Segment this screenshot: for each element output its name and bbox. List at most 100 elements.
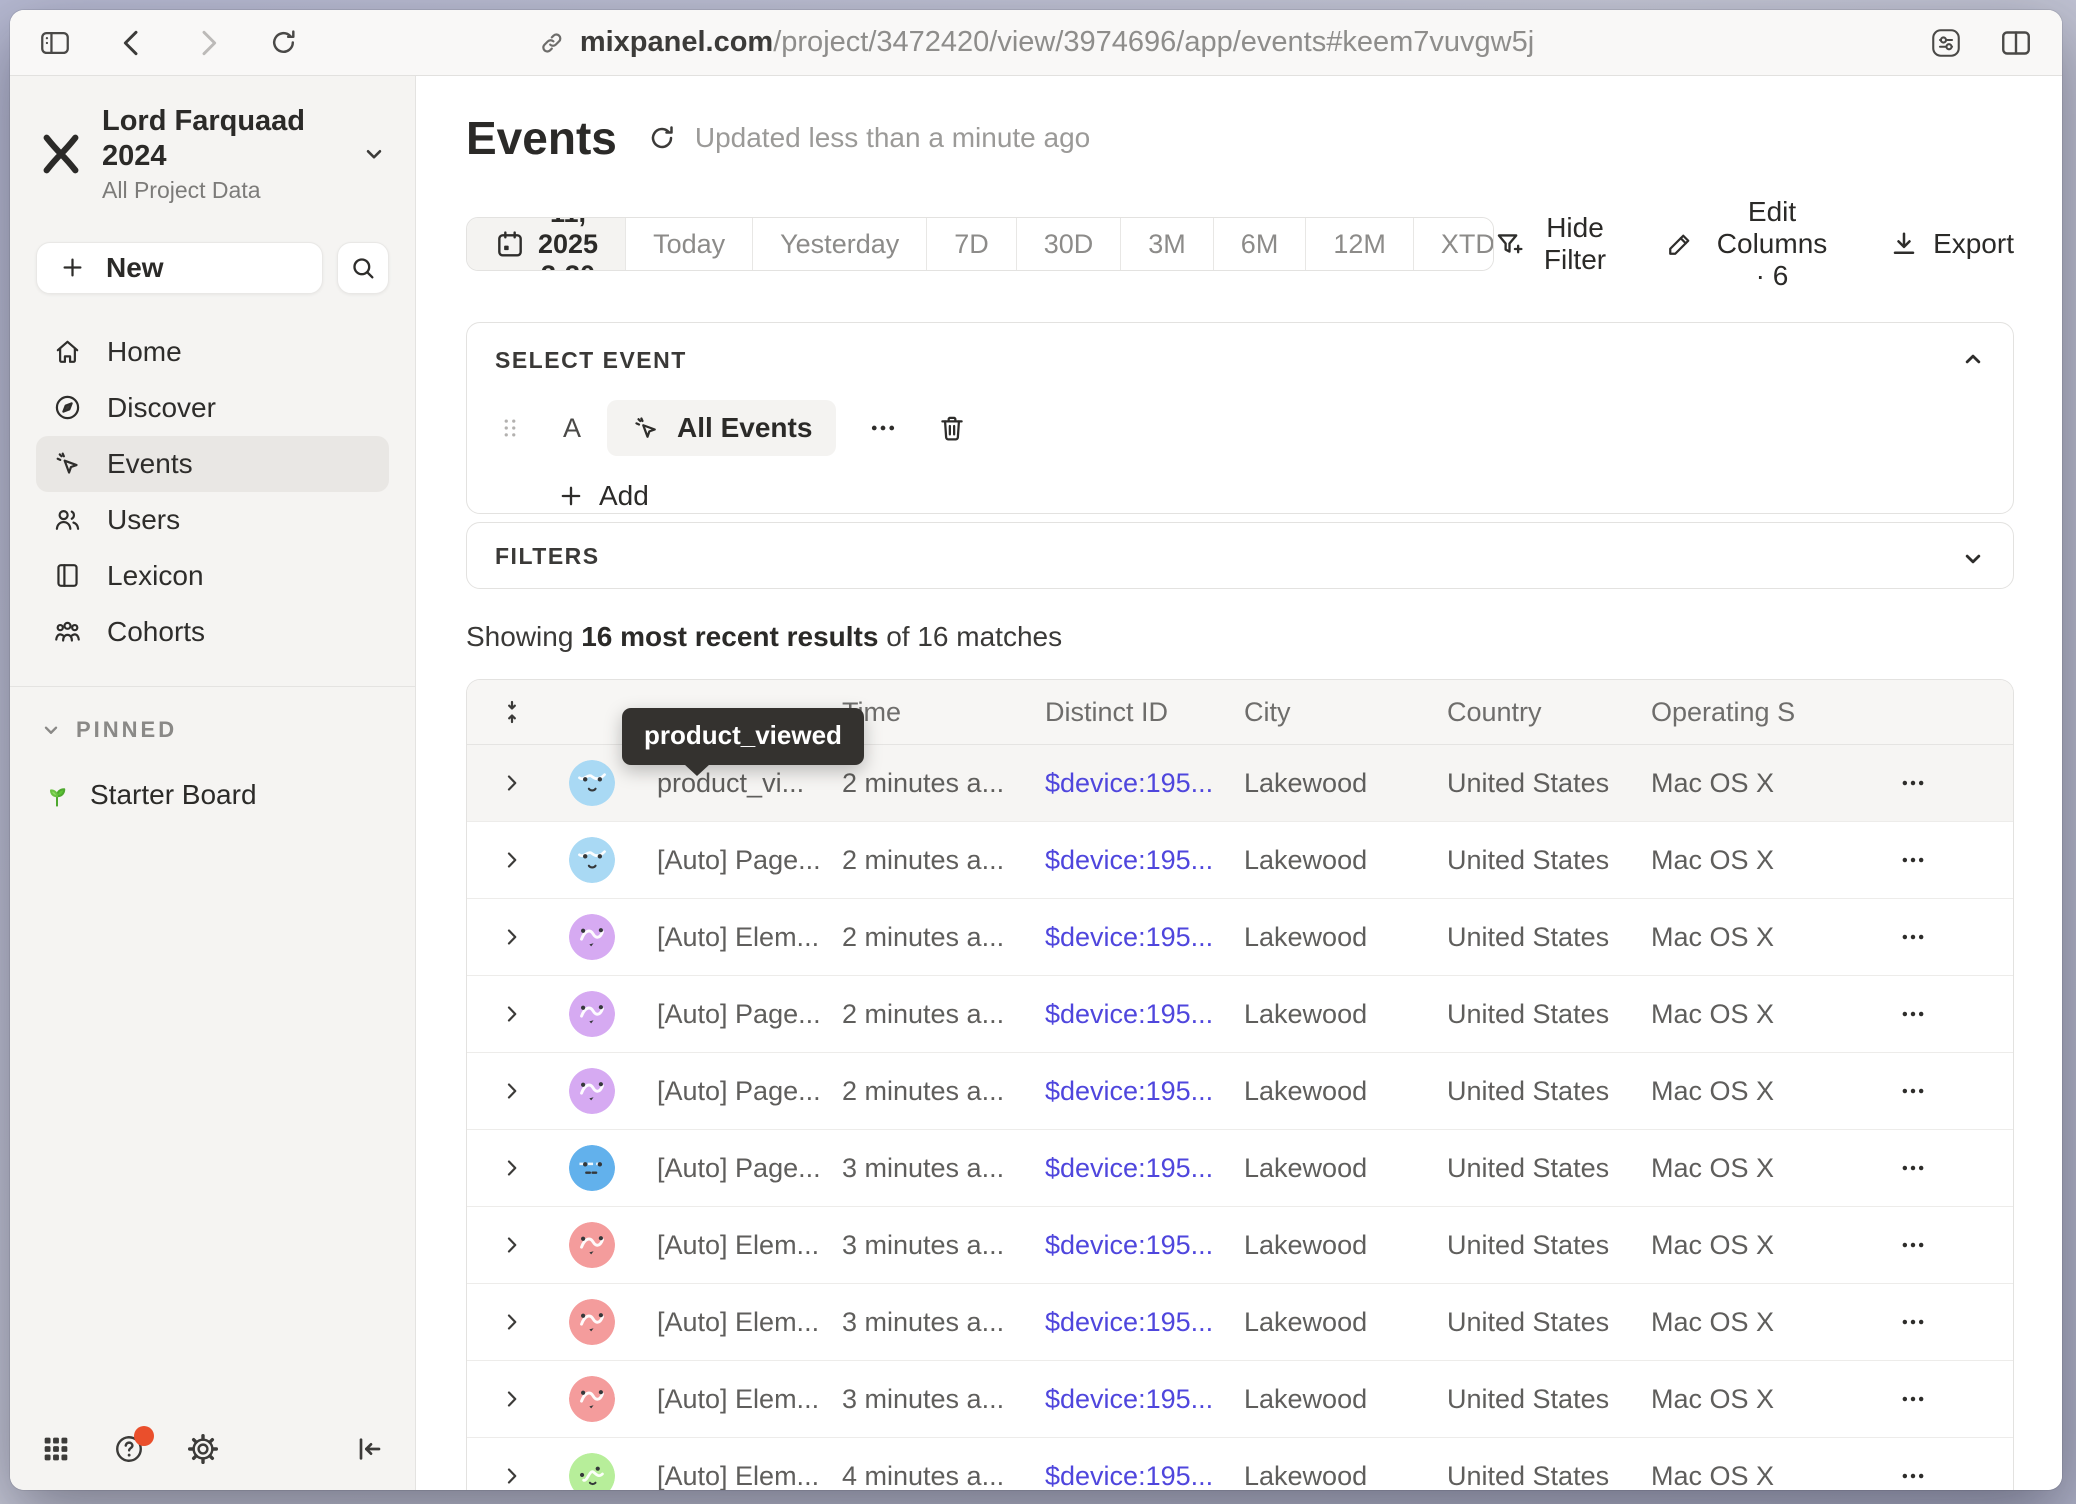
expand-row-icon[interactable] xyxy=(499,847,525,873)
collapse-rows-icon[interactable] xyxy=(498,698,526,726)
row-more-options-icon[interactable] xyxy=(1893,1456,1933,1490)
range-segment-today[interactable]: Today xyxy=(626,218,753,270)
expand-row-icon[interactable] xyxy=(499,1386,525,1412)
expand-row-icon[interactable] xyxy=(499,1001,525,1027)
sidebar-item-users[interactable]: Users xyxy=(36,492,389,548)
edit-columns-button[interactable]: Edit Columns · 6 xyxy=(1665,196,1835,292)
sidebar-item-cohorts[interactable]: Cohorts xyxy=(36,604,389,660)
time-cell: 2 minutes a... xyxy=(842,1076,1045,1107)
event-tooltip: product_viewed xyxy=(622,708,864,765)
range-segment-xtd[interactable]: XTD xyxy=(1414,218,1494,270)
refresh-icon[interactable] xyxy=(647,123,677,153)
row-more-options-icon[interactable] xyxy=(1893,840,1933,880)
expand-row-icon[interactable] xyxy=(499,1463,525,1489)
collapse-panel-icon[interactable] xyxy=(1959,345,1987,373)
sidebar-item-lexicon[interactable]: Lexicon xyxy=(36,548,389,604)
help-icon[interactable] xyxy=(112,1432,146,1466)
row-more-options-icon[interactable] xyxy=(1893,1225,1933,1265)
split-view-icon[interactable] xyxy=(1998,25,2034,61)
column-header[interactable]: City xyxy=(1244,697,1447,728)
table-row[interactable]: [Auto] Page...2 minutes a...$device:195.… xyxy=(467,822,2013,899)
more-options-icon[interactable] xyxy=(862,407,904,449)
row-more-options-icon[interactable] xyxy=(1893,1379,1933,1419)
row-more-options-icon[interactable] xyxy=(1893,1302,1933,1342)
url-path: /project/3472420/view/3974696/app/events… xyxy=(773,26,1534,58)
event-chip[interactable]: All Events xyxy=(607,400,836,456)
trash-icon[interactable] xyxy=(930,406,974,450)
page-settings-icon[interactable] xyxy=(1928,25,1964,61)
range-segment-6m[interactable]: 6M xyxy=(1214,218,1307,270)
distinct-id-link[interactable]: $device:195... xyxy=(1045,1076,1213,1106)
table-row[interactable]: [Auto] Elem...3 minutes a...$device:195.… xyxy=(467,1284,2013,1361)
distinct-id-link[interactable]: $device:195... xyxy=(1045,1153,1213,1183)
apps-grid-icon[interactable] xyxy=(40,1433,72,1465)
table-row[interactable]: [Auto] Elem...3 minutes a...$device:195.… xyxy=(467,1207,2013,1284)
browser-toolbar: mixpanel.com/project/3472420/view/397469… xyxy=(10,10,2062,76)
pinned-item[interactable]: Starter Board xyxy=(36,769,389,821)
distinct-id-link[interactable]: $device:195... xyxy=(1045,1461,1213,1491)
expand-row-icon[interactable] xyxy=(499,1232,525,1258)
project-switcher[interactable]: Lord Farquaad 2024 All Project Data xyxy=(36,100,389,208)
table-row[interactable]: [Auto] Elem...4 minutes a...$device:195.… xyxy=(467,1438,2013,1490)
column-header[interactable]: Time xyxy=(842,697,1045,728)
table-row[interactable]: [Auto] Elem...3 minutes a...$device:195.… xyxy=(467,1361,2013,1438)
range-segment-3m[interactable]: 3M xyxy=(1121,218,1214,270)
sidebar-item-home[interactable]: Home xyxy=(36,324,389,380)
city-cell: Lakewood xyxy=(1244,1076,1447,1107)
column-header[interactable]: Operating S xyxy=(1651,697,1879,728)
range-segment-yesterday[interactable]: Yesterday xyxy=(753,218,927,270)
drag-handle-icon[interactable] xyxy=(495,413,525,443)
distinct-id-link[interactable]: $device:195... xyxy=(1045,845,1213,875)
date-picker-segment[interactable]: Mar 11, 2025 3:30 pm xyxy=(467,218,626,270)
row-more-options-icon[interactable] xyxy=(1893,994,1933,1034)
table-row[interactable]: [Auto] Page...2 minutes a...$device:195.… xyxy=(467,1053,2013,1130)
time-cell: 3 minutes a... xyxy=(842,1384,1045,1415)
table-row[interactable]: [Auto] Page...3 minutes a...$device:195.… xyxy=(467,1130,2013,1207)
range-segment-7d[interactable]: 7D xyxy=(927,218,1017,270)
sidebar-toggle-icon[interactable] xyxy=(38,26,72,60)
column-header[interactable]: Distinct ID xyxy=(1045,697,1244,728)
row-more-options-icon[interactable] xyxy=(1893,917,1933,957)
expand-row-icon[interactable] xyxy=(499,770,525,796)
forward-icon[interactable] xyxy=(192,27,224,59)
distinct-id-link[interactable]: $device:195... xyxy=(1045,1230,1213,1260)
add-event-button[interactable]: Add xyxy=(557,480,649,512)
expand-row-icon[interactable] xyxy=(499,1078,525,1104)
date-range-control: Mar 11, 2025 3:30 pm TodayYesterday7D30D… xyxy=(466,217,1494,271)
row-more-options-icon[interactable] xyxy=(1893,763,1933,803)
avatar xyxy=(569,837,615,883)
row-more-options-icon[interactable] xyxy=(1893,1148,1933,1188)
sidebar-item-events[interactable]: Events xyxy=(36,436,389,492)
new-button[interactable]: New xyxy=(36,242,323,294)
distinct-id-link[interactable]: $device:195... xyxy=(1045,1384,1213,1414)
distinct-id-link[interactable]: $device:195... xyxy=(1045,922,1213,952)
column-header[interactable]: Country xyxy=(1447,697,1651,728)
distinct-id-link[interactable]: $device:195... xyxy=(1045,999,1213,1029)
city-cell: Lakewood xyxy=(1244,1230,1447,1261)
plus-icon xyxy=(59,254,86,281)
expand-panel-icon[interactable] xyxy=(1959,545,1987,573)
city-cell: Lakewood xyxy=(1244,1153,1447,1184)
sidebar-item-discover[interactable]: Discover xyxy=(36,380,389,436)
address-bar[interactable]: mixpanel.com/project/3472420/view/397469… xyxy=(538,26,1534,59)
expand-row-icon[interactable] xyxy=(499,924,525,950)
hide-filter-label: Hide Filter xyxy=(1539,212,1611,276)
distinct-id-link[interactable]: $device:195... xyxy=(1045,768,1213,798)
search-button[interactable] xyxy=(337,242,389,294)
range-segment-30d[interactable]: 30D xyxy=(1017,218,1122,270)
expand-row-icon[interactable] xyxy=(499,1309,525,1335)
gear-icon[interactable] xyxy=(186,1432,220,1466)
back-icon[interactable] xyxy=(116,27,148,59)
range-segment-12m[interactable]: 12M xyxy=(1306,218,1414,270)
time-cell: 3 minutes a... xyxy=(842,1153,1045,1184)
pinned-section-header[interactable]: PINNED xyxy=(36,717,389,743)
export-button[interactable]: Export xyxy=(1889,228,2014,260)
expand-row-icon[interactable] xyxy=(499,1155,525,1181)
table-row[interactable]: [Auto] Elem...2 minutes a...$device:195.… xyxy=(467,899,2013,976)
row-more-options-icon[interactable] xyxy=(1893,1071,1933,1111)
distinct-id-link[interactable]: $device:195... xyxy=(1045,1307,1213,1337)
hide-filter-button[interactable]: Hide Filter xyxy=(1494,212,1611,276)
table-row[interactable]: [Auto] Page...2 minutes a...$device:195.… xyxy=(467,976,2013,1053)
reload-icon[interactable] xyxy=(268,27,299,58)
collapse-sidebar-icon[interactable] xyxy=(353,1433,385,1465)
